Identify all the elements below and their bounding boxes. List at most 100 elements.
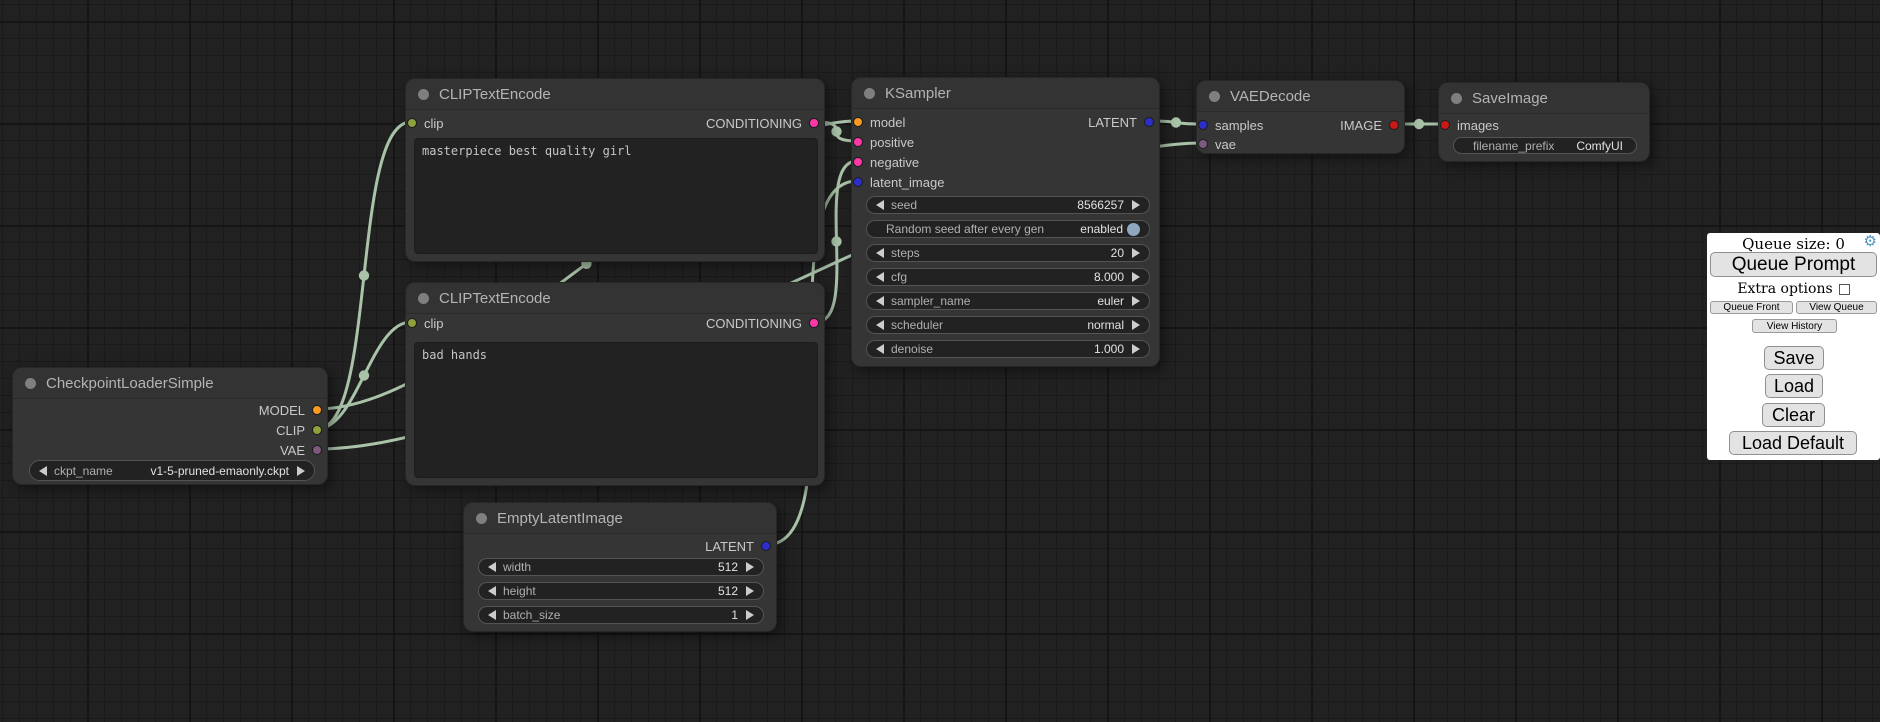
- clear-button[interactable]: Clear: [1762, 403, 1825, 427]
- decrement-arrow-icon[interactable]: [876, 344, 884, 354]
- clip-input-port[interactable]: [407, 118, 417, 128]
- negative-input-port[interactable]: [853, 157, 863, 167]
- widget-label: filename_prefix: [1473, 139, 1554, 153]
- node-clip-text-encode-negative[interactable]: CLIPTextEncode clip CONDITIONING bad han…: [405, 282, 825, 486]
- increment-arrow-icon[interactable]: [746, 610, 754, 620]
- widget-value: normal: [1087, 318, 1124, 332]
- seed-widget[interactable]: seed 8566257: [866, 196, 1150, 214]
- latent-output-port[interactable]: [1144, 117, 1154, 127]
- increment-arrow-icon[interactable]: [1132, 200, 1140, 210]
- batch-size-widget[interactable]: batch_size 1: [478, 606, 764, 624]
- sampler-name-widget[interactable]: sampler_name euler: [866, 292, 1150, 310]
- node-clip-text-encode-positive[interactable]: CLIPTextEncode clip CONDITIONING masterp…: [405, 78, 825, 262]
- slot-label: model: [870, 115, 905, 130]
- node-checkpoint-loader[interactable]: CheckpointLoaderSimple MODEL CLIP VAE ck…: [12, 367, 328, 485]
- increment-arrow-icon[interactable]: [297, 466, 305, 476]
- ckpt-name-widget[interactable]: ckpt_name v1-5-pruned-emaonly.ckpt: [29, 460, 315, 481]
- increment-arrow-icon[interactable]: [1132, 344, 1140, 354]
- slot-label: CLIP: [276, 423, 305, 438]
- load-default-button[interactable]: Load Default: [1729, 431, 1857, 455]
- queue-prompt-button[interactable]: Queue Prompt: [1710, 252, 1877, 277]
- decrement-arrow-icon[interactable]: [876, 272, 884, 282]
- node-vae-decode[interactable]: VAEDecode samples IMAGE vae: [1196, 80, 1405, 154]
- node-title: KSampler: [885, 85, 951, 102]
- latent-image-input-port[interactable]: [853, 177, 863, 187]
- model-input-port[interactable]: [853, 117, 863, 127]
- increment-arrow-icon[interactable]: [1132, 272, 1140, 282]
- images-input-port[interactable]: [1440, 120, 1450, 130]
- slot-label: LATENT: [1088, 115, 1137, 130]
- clip-input-port[interactable]: [407, 318, 417, 328]
- steps-widget[interactable]: steps 20: [866, 244, 1150, 262]
- decrement-arrow-icon[interactable]: [488, 562, 496, 572]
- height-widget[interactable]: height 512: [478, 582, 764, 600]
- cfg-widget[interactable]: cfg 8.000: [866, 268, 1150, 286]
- node-empty-latent-image[interactable]: EmptyLatentImage LATENT width 512 height…: [463, 502, 777, 632]
- extra-options-label: Extra options: [1737, 281, 1832, 297]
- increment-arrow-icon[interactable]: [1132, 248, 1140, 258]
- node-title: CLIPTextEncode: [439, 290, 551, 307]
- node-collapse-icon[interactable]: [1451, 93, 1462, 104]
- load-button[interactable]: Load: [1765, 374, 1823, 398]
- random-seed-toggle-widget[interactable]: Random seed after every gen enabled: [866, 220, 1150, 238]
- node-title-bar: CheckpointLoaderSimple: [13, 368, 327, 399]
- node-save-image[interactable]: SaveImage images filename_prefix ComfyUI: [1438, 82, 1650, 162]
- node-collapse-icon[interactable]: [418, 89, 429, 100]
- image-output-port[interactable]: [1389, 120, 1399, 130]
- latent-output-port[interactable]: [761, 541, 771, 551]
- decrement-arrow-icon[interactable]: [488, 610, 496, 620]
- output-slot-conditioning: CONDITIONING: [706, 315, 824, 331]
- save-button[interactable]: Save: [1764, 346, 1824, 370]
- width-widget[interactable]: width 512: [478, 558, 764, 576]
- increment-arrow-icon[interactable]: [746, 586, 754, 596]
- node-ksampler[interactable]: KSampler model LATENT positive negative …: [851, 77, 1160, 367]
- decrement-arrow-icon[interactable]: [876, 320, 884, 330]
- clip-output-port[interactable]: [312, 425, 322, 435]
- node-collapse-icon[interactable]: [1209, 91, 1220, 102]
- vae-input-port[interactable]: [1198, 139, 1208, 149]
- decrement-arrow-icon[interactable]: [876, 200, 884, 210]
- denoise-widget[interactable]: denoise 1.000: [866, 340, 1150, 358]
- model-output-port[interactable]: [312, 405, 322, 415]
- widget-value: 1.000: [1094, 342, 1124, 356]
- widget-value: 20: [1111, 246, 1124, 260]
- output-slot-conditioning: CONDITIONING: [706, 115, 824, 131]
- decrement-arrow-icon[interactable]: [39, 466, 47, 476]
- increment-arrow-icon[interactable]: [746, 562, 754, 572]
- widget-label: seed: [891, 198, 917, 212]
- decrement-arrow-icon[interactable]: [488, 586, 496, 596]
- queue-front-button[interactable]: Queue Front: [1710, 301, 1793, 314]
- settings-gear-icon[interactable]: ⚙: [1864, 234, 1877, 249]
- input-slot-clip: clip: [406, 315, 444, 331]
- increment-arrow-icon[interactable]: [1132, 296, 1140, 306]
- vae-output-port[interactable]: [312, 445, 322, 455]
- node-collapse-icon[interactable]: [25, 378, 36, 389]
- widget-label: cfg: [891, 270, 907, 284]
- node-collapse-icon[interactable]: [476, 513, 487, 524]
- decrement-arrow-icon[interactable]: [876, 248, 884, 258]
- extra-options-checkbox[interactable]: [1839, 284, 1850, 295]
- scheduler-widget[interactable]: scheduler normal: [866, 316, 1150, 334]
- node-graph-canvas[interactable]: CheckpointLoaderSimple MODEL CLIP VAE ck…: [0, 0, 1880, 722]
- slot-label: VAE: [280, 443, 305, 458]
- prompt-textarea[interactable]: bad hands: [414, 342, 818, 478]
- input-slot-images: images: [1439, 117, 1499, 133]
- samples-input-port[interactable]: [1198, 120, 1208, 130]
- view-history-button[interactable]: View History: [1752, 319, 1837, 333]
- conditioning-output-port[interactable]: [809, 118, 819, 128]
- widget-label: Random seed after every gen: [886, 222, 1044, 236]
- conditioning-output-port[interactable]: [809, 318, 819, 328]
- node-collapse-icon[interactable]: [864, 88, 875, 99]
- node-collapse-icon[interactable]: [418, 293, 429, 304]
- prompt-textarea[interactable]: masterpiece best quality girl: [414, 138, 818, 254]
- widget-label: height: [503, 584, 536, 598]
- widget-value: 1: [731, 608, 738, 622]
- view-queue-button[interactable]: View Queue: [1796, 301, 1877, 314]
- node-title: SaveImage: [1472, 90, 1548, 107]
- toggle-circle-icon[interactable]: [1127, 223, 1140, 236]
- increment-arrow-icon[interactable]: [1132, 320, 1140, 330]
- decrement-arrow-icon[interactable]: [876, 296, 884, 306]
- filename-prefix-widget[interactable]: filename_prefix ComfyUI: [1453, 137, 1637, 154]
- node-title: VAEDecode: [1230, 88, 1311, 105]
- positive-input-port[interactable]: [853, 137, 863, 147]
